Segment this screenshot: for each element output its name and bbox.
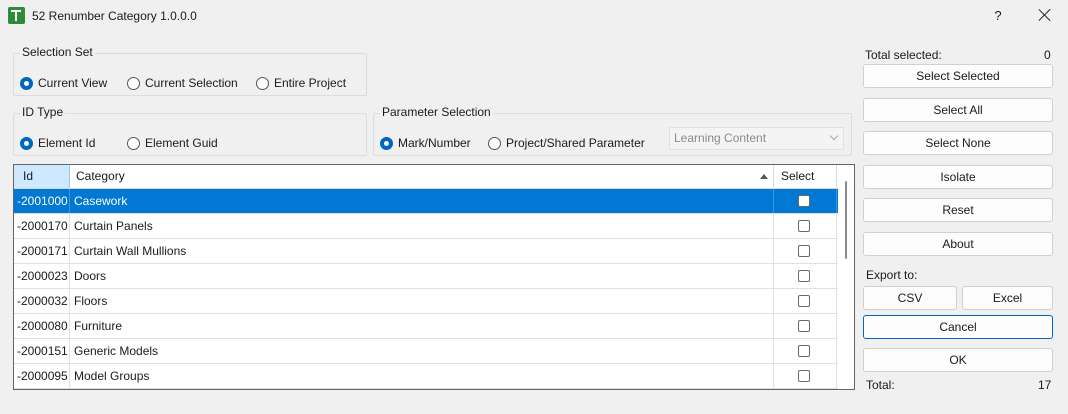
isolate-button[interactable]: Isolate [863, 165, 1053, 189]
radio-project-shared-parameter[interactable]: Project/Shared Parameter [488, 136, 645, 150]
cell-select [774, 264, 837, 288]
radio-dot-icon [380, 136, 393, 150]
radio-dot-icon [20, 136, 33, 150]
cell-category: Curtain Wall Mullions [70, 239, 774, 263]
radio-label: Element Guid [145, 136, 218, 150]
cell-select [774, 314, 837, 338]
help-button[interactable]: ? [988, 6, 1008, 26]
table-row[interactable]: -2000080 Furniture [14, 314, 838, 339]
window-title: 52 Renumber Category 1.0.0.0 [32, 9, 197, 23]
cell-category: Doors [70, 264, 774, 288]
radio-element-id[interactable]: Element Id [20, 136, 95, 150]
row-checkbox[interactable] [798, 195, 810, 207]
cell-id: -2000171 [14, 239, 70, 263]
row-checkbox[interactable] [798, 245, 810, 257]
row-checkbox[interactable] [798, 270, 810, 282]
table-header: Id Category Select [14, 165, 838, 189]
title-bar: 52 Renumber Category 1.0.0.0 ? [0, 0, 1068, 32]
select-none-button[interactable]: Select None [863, 131, 1053, 155]
row-checkbox[interactable] [798, 320, 810, 332]
table-row[interactable]: -2000170 Curtain Panels [14, 214, 838, 239]
cell-select [774, 364, 837, 388]
cell-category: Curtain Panels [70, 214, 774, 238]
cell-select [774, 239, 837, 263]
table-row[interactable]: -2000171 Curtain Wall Mullions [14, 239, 838, 264]
dropdown-value: Learning Content [674, 131, 767, 145]
radio-label: Mark/Number [398, 136, 471, 150]
radio-label: Current Selection [145, 76, 238, 90]
cell-id: -2001000 [14, 189, 70, 213]
cell-select [774, 214, 837, 238]
cell-select [774, 339, 837, 363]
column-header-category[interactable]: Category [70, 165, 774, 188]
radio-dot-icon [127, 76, 140, 90]
selection-set-title: Selection Set [20, 45, 95, 59]
chevron-down-icon [829, 131, 839, 141]
app-icon [8, 7, 25, 24]
row-checkbox[interactable] [798, 295, 810, 307]
radio-dot-icon [488, 136, 501, 150]
radio-current-selection[interactable]: Current Selection [127, 76, 238, 90]
cell-category: Furniture [70, 314, 774, 338]
reset-button[interactable]: Reset [863, 198, 1053, 222]
total-selected-label: Total selected: [865, 48, 942, 62]
parameter-dropdown[interactable]: Learning Content [669, 127, 844, 150]
radio-label: Entire Project [274, 76, 347, 90]
parameter-selection-title: Parameter Selection [380, 105, 493, 119]
cell-id: -2000170 [14, 214, 70, 238]
radio-label: Current View [38, 76, 108, 90]
radio-label: Element Id [38, 136, 96, 150]
radio-entire-project[interactable]: Entire Project [256, 76, 346, 90]
cell-id: -2000032 [14, 289, 70, 313]
cell-category: Casework [70, 189, 774, 213]
row-checkbox[interactable] [798, 220, 810, 232]
total-value: 17 [1038, 378, 1052, 392]
cell-select [774, 289, 837, 313]
radio-current-view[interactable]: Current View [20, 76, 107, 90]
about-button[interactable]: About [863, 232, 1053, 256]
cancel-button[interactable]: Cancel [863, 315, 1053, 339]
cell-id: -2000095 [14, 364, 70, 388]
table-row[interactable]: -2000151 Generic Models [14, 339, 838, 364]
total-selected-value: 0 [1044, 48, 1051, 62]
export-excel-button[interactable]: Excel [962, 286, 1053, 310]
cell-category: Model Groups [70, 364, 774, 388]
radio-label: Project/Shared Parameter [506, 136, 645, 150]
cell-select [774, 189, 837, 213]
export-csv-button[interactable]: CSV [863, 286, 957, 310]
cell-category: Floors [70, 289, 774, 313]
sort-ascending-icon [760, 174, 768, 179]
radio-dot-icon [20, 76, 33, 90]
vertical-scrollbar[interactable] [838, 165, 854, 389]
column-header-id[interactable]: Id [14, 165, 70, 188]
radio-dot-icon [127, 136, 140, 150]
cell-id: -2000151 [14, 339, 70, 363]
export-to-label: Export to: [866, 268, 918, 282]
radio-mark-number[interactable]: Mark/Number [380, 136, 471, 150]
row-checkbox[interactable] [798, 370, 810, 382]
scrollbar-thumb[interactable] [845, 181, 847, 259]
row-checkbox[interactable] [798, 345, 810, 357]
column-header-select[interactable]: Select [774, 165, 837, 188]
table-row[interactable]: -2000032 Floors [14, 289, 838, 314]
table-row[interactable]: -2001000 Casework [14, 189, 838, 214]
ok-button[interactable]: OK [863, 348, 1053, 372]
table-row[interactable]: -2000095 Model Groups [14, 364, 838, 389]
column-header-category-label: Category [76, 169, 125, 183]
total-label: Total: [866, 378, 895, 392]
cell-id: -2000080 [14, 314, 70, 338]
select-all-button[interactable]: Select All [863, 98, 1053, 122]
radio-element-guid[interactable]: Element Guid [127, 136, 218, 150]
select-selected-button[interactable]: Select Selected [863, 64, 1053, 88]
table-row[interactable]: -2000023 Doors [14, 264, 838, 289]
cell-category: Generic Models [70, 339, 774, 363]
id-type-title: ID Type [20, 105, 66, 119]
cell-id: -2000023 [14, 264, 70, 288]
category-table[interactable]: Id Category Select -2001000 Casework -20… [13, 164, 855, 390]
close-icon[interactable] [1034, 5, 1056, 27]
radio-dot-icon [256, 76, 269, 90]
